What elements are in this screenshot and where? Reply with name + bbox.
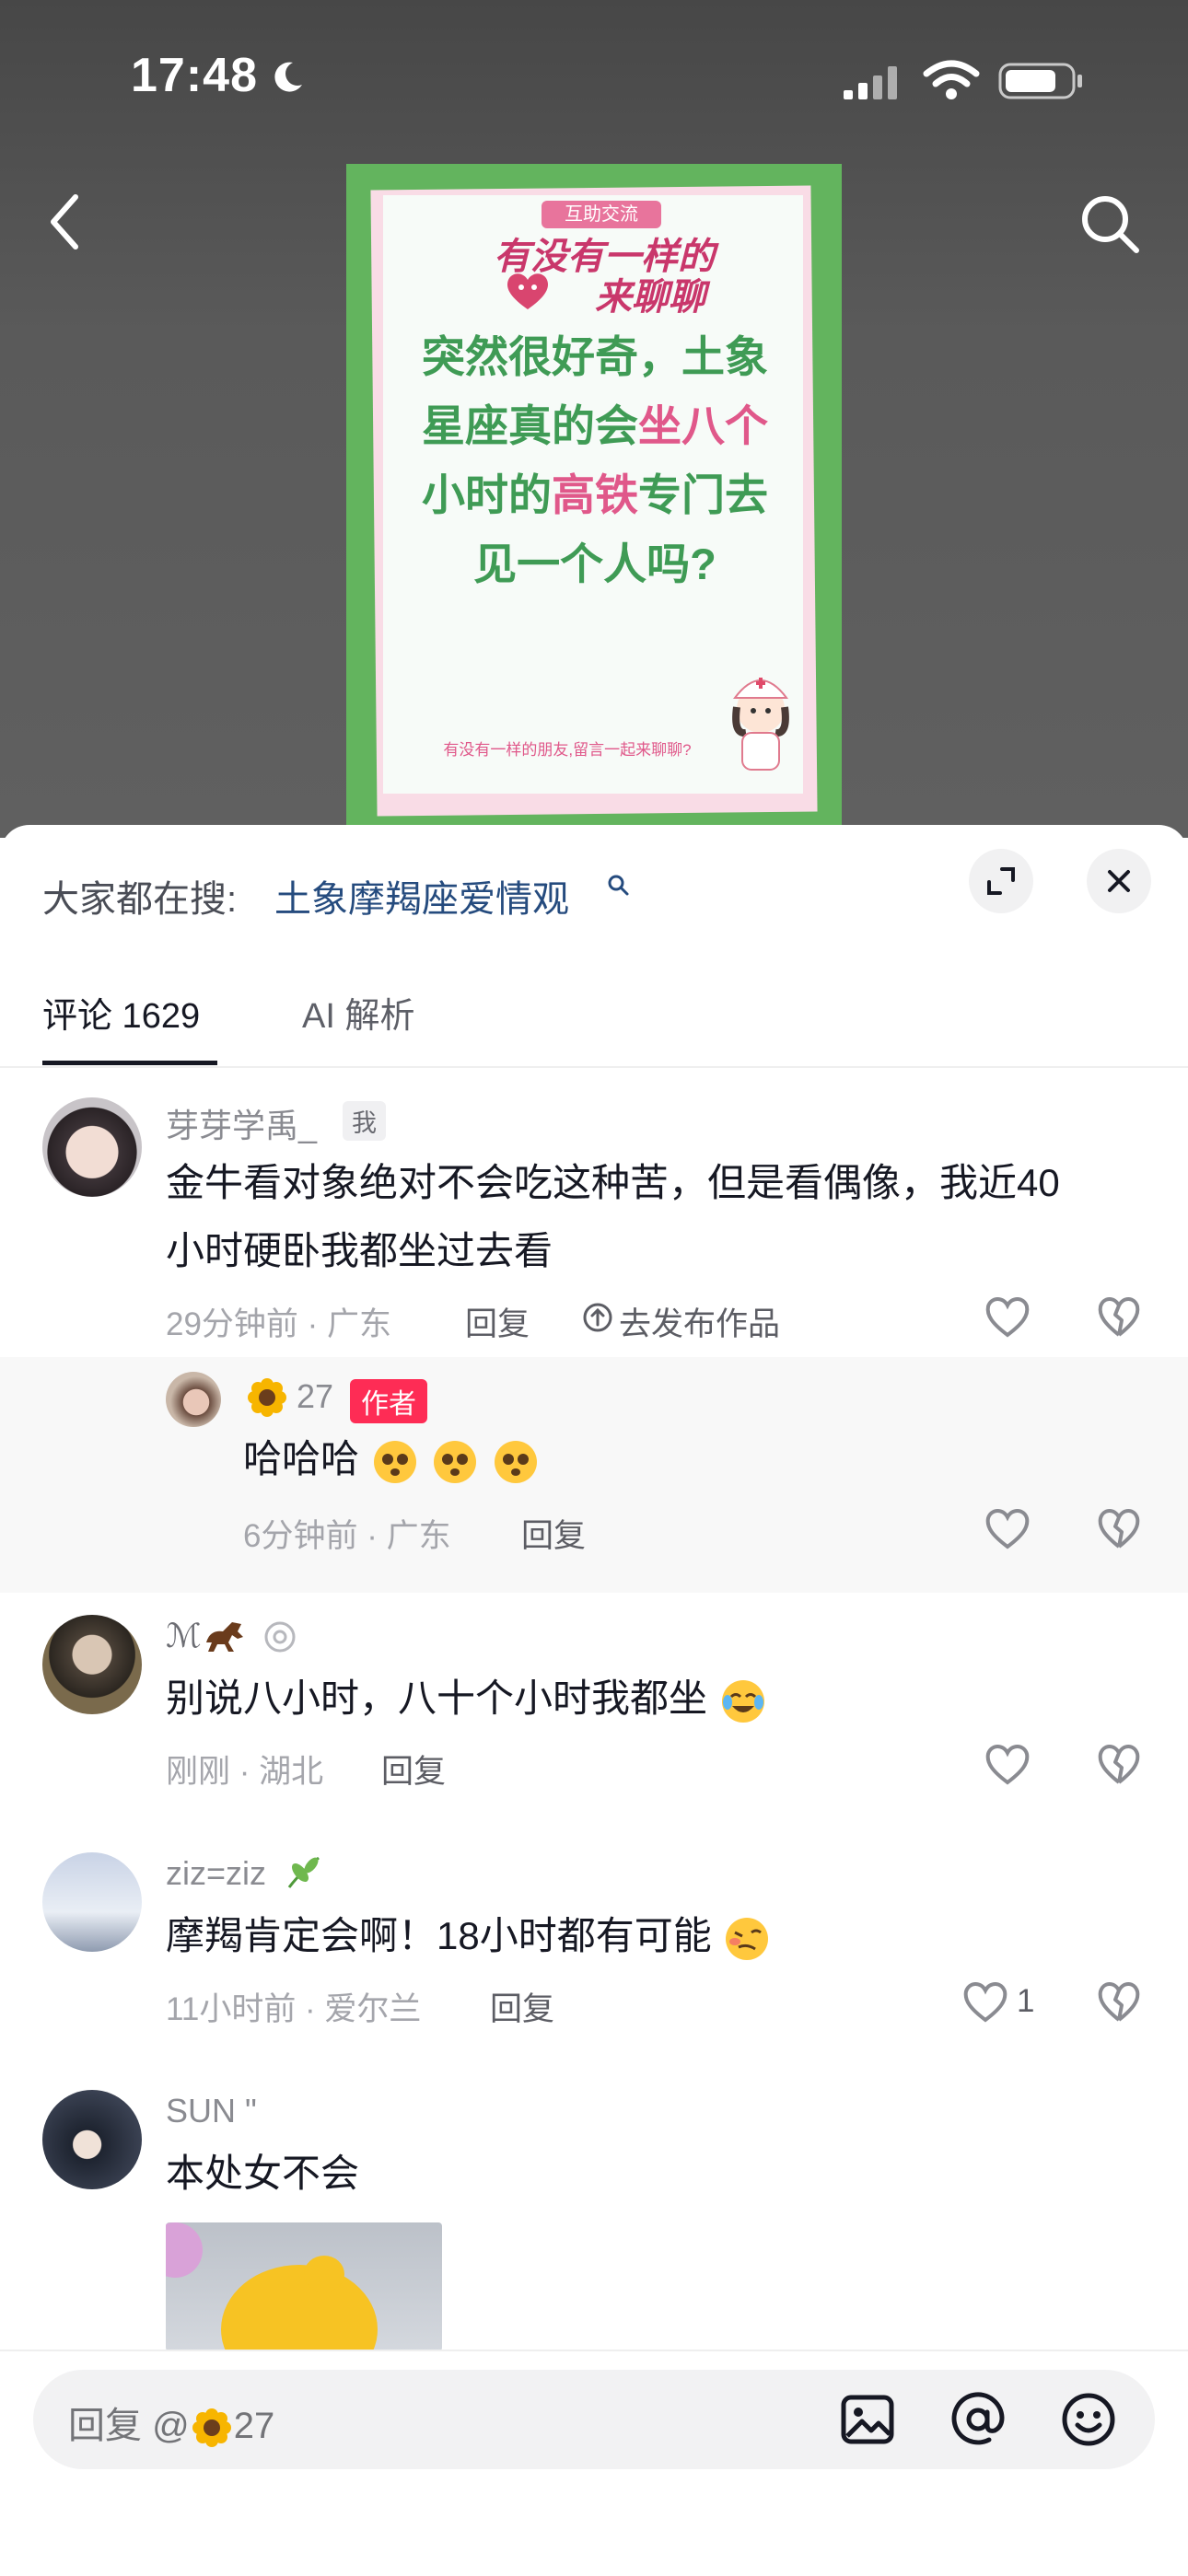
like-count: 1 bbox=[1017, 1983, 1035, 2019]
reply-button[interactable]: 回复 bbox=[490, 1983, 554, 2030]
comment-meta: 11小时前 · 爱尔兰 bbox=[166, 1991, 422, 2027]
close-button[interactable] bbox=[1087, 849, 1151, 913]
horse-icon bbox=[206, 1622, 243, 1652]
media-area: 17:48 互助交流 有没有一样的 来聊聊 突然很好奇，土象星座真的会坐八个小时 bbox=[0, 0, 1188, 838]
like-icon[interactable] bbox=[961, 1979, 1009, 2024]
like-icon[interactable] bbox=[984, 1742, 1031, 1786]
woozy-emoji-icon bbox=[726, 1917, 769, 1960]
poster-tag: 互助交流 bbox=[542, 201, 661, 228]
dislike-icon[interactable] bbox=[1096, 1979, 1142, 2024]
battery-icon bbox=[998, 63, 1082, 99]
comment-text-content: 别说八小时，八十个小时我都坐 bbox=[166, 1677, 708, 1720]
sticker-icon bbox=[264, 1621, 296, 1653]
reply-button[interactable]: 回复 bbox=[465, 1298, 530, 1345]
search-icon[interactable] bbox=[1076, 190, 1144, 258]
me-badge: 我 bbox=[343, 1101, 386, 1141]
poster-body: 突然很好奇，土象星座真的会坐八个小时的高铁专门去见一个人吗? bbox=[402, 322, 788, 598]
author-badge: 作者 bbox=[350, 1379, 427, 1423]
comment-username[interactable]: SUN " bbox=[166, 2092, 257, 2130]
comment-sheet: 大家都在搜: 土象摩羯座爱情观 评论 1629 AI 解析 芽芽学禹_ 我 金牛… bbox=[0, 825, 1188, 2574]
expand-button[interactable] bbox=[969, 849, 1033, 913]
comment-text: 小时硬卧我都坐过去看 bbox=[166, 1229, 553, 1272]
emoji-icon[interactable] bbox=[1059, 2390, 1118, 2449]
sunflower-icon bbox=[192, 2408, 231, 2448]
like-icon[interactable] bbox=[984, 1506, 1031, 1550]
avatar[interactable] bbox=[42, 1097, 142, 1197]
tab-comments[interactable]: 评论 1629 bbox=[42, 987, 200, 1038]
mention-icon[interactable] bbox=[949, 2390, 1007, 2449]
image-icon[interactable] bbox=[838, 2390, 897, 2449]
hot-search-label: 大家都在搜: bbox=[42, 879, 238, 920]
expand-icon bbox=[987, 867, 1015, 895]
dislike-icon[interactable] bbox=[1096, 1742, 1142, 1786]
post-image[interactable]: 互助交流 有没有一样的 来聊聊 突然很好奇，土象星座真的会坐八个小时的高铁专门去… bbox=[346, 164, 842, 827]
back-icon[interactable] bbox=[44, 190, 85, 254]
publish-work-button[interactable]: 去发布作品 bbox=[619, 1298, 780, 1345]
comment-text: 本处女不会 bbox=[166, 2152, 360, 2195]
hot-search-link[interactable]: 土象摩羯座爱情观 bbox=[274, 869, 569, 922]
comment-text-content: 摩羯肯定会啊！18小时都有可能 bbox=[166, 1914, 712, 1957]
tab-ai-analysis[interactable]: AI 解析 bbox=[302, 987, 414, 1038]
reply-text: 哈哈哈 bbox=[243, 1425, 541, 1493]
comment-input[interactable]: 回复 @ 27 bbox=[33, 2370, 1155, 2469]
sunflower-icon bbox=[248, 1378, 286, 1417]
poster-footer: 有没有一样的朋友,留言一起来聊聊? bbox=[443, 741, 692, 759]
avatar[interactable] bbox=[42, 1852, 142, 1952]
avatar[interactable] bbox=[166, 1372, 221, 1427]
comment-username[interactable]: 芽芽学禹_ bbox=[166, 1099, 317, 1147]
comment-text: 金牛看对象绝对不会吃这种苦，但是看偶像，我近40 bbox=[166, 1161, 1060, 1204]
small-search-icon[interactable] bbox=[606, 873, 630, 897]
tab-indicator bbox=[42, 1061, 217, 1065]
dislike-icon[interactable] bbox=[1096, 1506, 1142, 1550]
pleading-emoji-icon bbox=[434, 1440, 477, 1483]
input-placeholder: 回复 @ 27 bbox=[68, 2396, 274, 2449]
comment-username[interactable]: ziz=ziz bbox=[166, 1854, 266, 1893]
poster-body-part: 高铁 bbox=[552, 470, 638, 519]
poster-body-part: 坐八个 bbox=[638, 401, 768, 450]
reply-username[interactable]: 27 bbox=[297, 1377, 333, 1416]
comment-meta: 刚刚 · 湖北 bbox=[166, 1754, 324, 1790]
comment-text: 摩羯肯定会啊！18小时都有可能 bbox=[166, 1902, 772, 1970]
reply-meta: 6分钟前 · 广东 bbox=[243, 1518, 451, 1554]
leaf-icon bbox=[287, 1856, 320, 1888]
heart-mascot-icon bbox=[507, 273, 549, 309]
avatar[interactable] bbox=[42, 1615, 142, 1714]
tears-of-joy-emoji-icon bbox=[721, 1679, 764, 1723]
pleading-emoji-icon bbox=[373, 1440, 416, 1483]
publish-icon bbox=[583, 1303, 612, 1332]
moon-icon bbox=[274, 62, 302, 92]
status-time: 17:48 bbox=[131, 49, 258, 102]
poster-headline-2: 来聊聊 bbox=[595, 277, 705, 318]
dislike-icon[interactable] bbox=[1096, 1294, 1142, 1339]
reply-text-content: 哈哈哈 bbox=[243, 1437, 360, 1480]
placeholder-user: 27 bbox=[233, 2406, 275, 2446]
placeholder-prefix: 回复 @ bbox=[68, 2406, 190, 2446]
like-icon[interactable] bbox=[984, 1294, 1031, 1339]
avatar[interactable] bbox=[42, 2090, 142, 2189]
reply-button[interactable]: 回复 bbox=[521, 1510, 586, 1557]
nurse-cartoon-icon bbox=[732, 678, 789, 771]
cellular-signal-icon bbox=[844, 66, 897, 99]
pleading-emoji-icon bbox=[495, 1440, 538, 1483]
comment-image[interactable] bbox=[166, 2222, 442, 2351]
comment-meta: 29分钟前 · 广东 bbox=[166, 1306, 392, 1342]
comment-input-bar: 回复 @ 27 bbox=[0, 2350, 1188, 2576]
wifi-icon bbox=[923, 60, 980, 99]
comment-username[interactable]: ℳ bbox=[166, 1617, 202, 1655]
poster-body-part: 小时的 bbox=[422, 470, 552, 519]
close-icon bbox=[1108, 870, 1130, 892]
comment-text: 别说八小时，八十个小时我都坐 bbox=[166, 1665, 768, 1733]
reply-button[interactable]: 回复 bbox=[381, 1746, 446, 1793]
divider bbox=[0, 1066, 1188, 1068]
